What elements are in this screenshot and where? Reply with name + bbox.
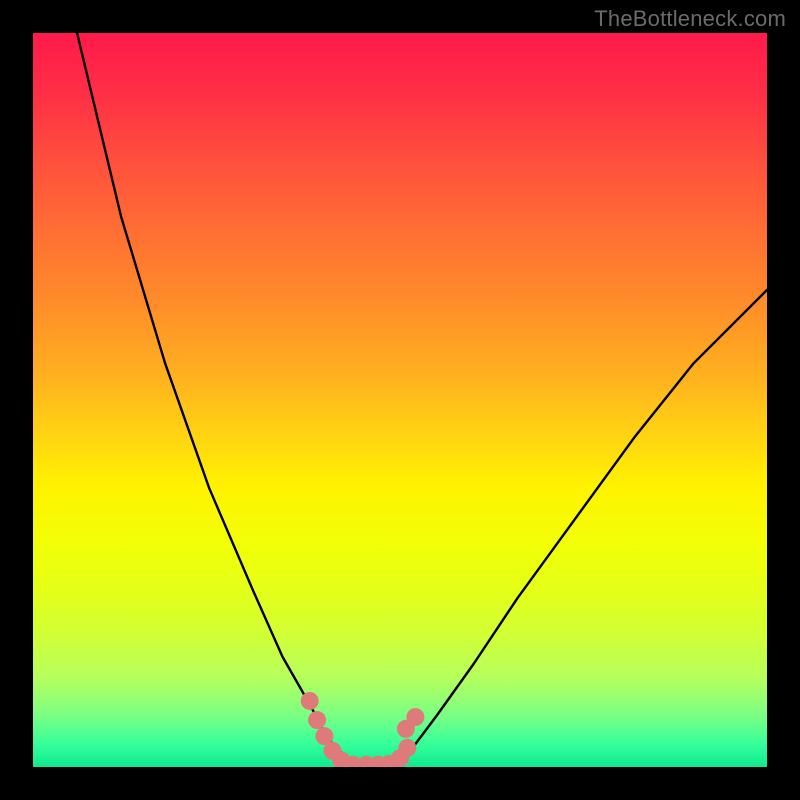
curve-layer xyxy=(77,33,767,767)
chart-frame: TheBottleneck.com xyxy=(0,0,800,800)
chart-svg xyxy=(33,33,767,767)
overlay-dot xyxy=(406,708,424,726)
overlay-dot xyxy=(398,739,416,757)
marker-layer xyxy=(301,692,425,767)
plot-area xyxy=(33,33,767,767)
bottleneck-curve xyxy=(77,33,767,767)
overlay-dot xyxy=(308,711,326,729)
overlay-dot xyxy=(301,692,319,710)
watermark-text: TheBottleneck.com xyxy=(594,6,786,32)
